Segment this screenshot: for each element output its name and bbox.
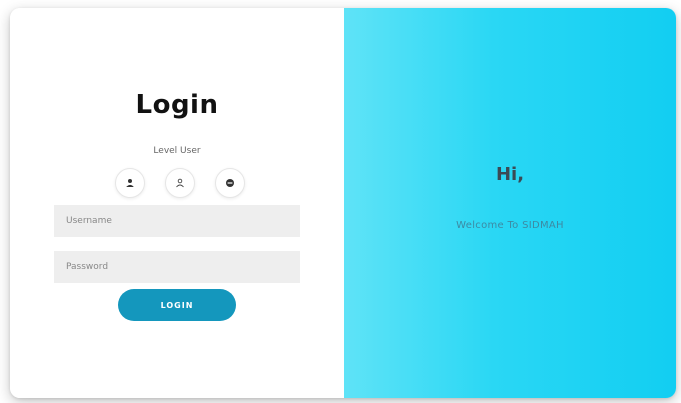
minus-circle-icon bbox=[225, 178, 235, 188]
user-outline-icon bbox=[175, 178, 185, 188]
welcome-panel: Hi, Welcome To SIDMAH bbox=[344, 8, 676, 398]
role-button-user-solid[interactable] bbox=[115, 168, 145, 198]
login-panel: Login Level User Username LOGIN bbox=[10, 8, 344, 398]
login-card: Login Level User Username LOGIN Hi, Welc… bbox=[10, 8, 676, 398]
welcome-greeting: Hi, bbox=[495, 164, 525, 185]
login-button[interactable]: LOGIN bbox=[118, 289, 236, 321]
password-input[interactable] bbox=[54, 251, 300, 283]
role-button-user-outline[interactable] bbox=[165, 168, 195, 198]
welcome-message: Welcome To SIDMAH bbox=[456, 220, 564, 231]
role-selector bbox=[115, 168, 245, 198]
username-input[interactable] bbox=[54, 205, 300, 237]
level-user-label: Level User bbox=[153, 146, 201, 156]
role-button-minus-circle[interactable] bbox=[215, 168, 245, 198]
login-title: Login bbox=[135, 90, 219, 120]
user-solid-icon bbox=[125, 178, 135, 188]
